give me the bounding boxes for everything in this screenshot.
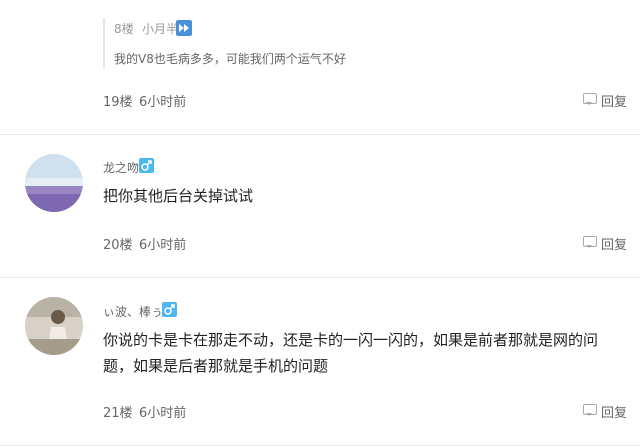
quote-text: 我的V8也毛病多多，可能我们两个运气不好 <box>114 52 346 66</box>
reply-button[interactable]: 回复 <box>601 91 627 110</box>
reply-icon[interactable] <box>583 236 597 248</box>
time-label: 6小时前 <box>139 238 187 253</box>
reply-button[interactable]: 回复 <box>601 402 627 421</box>
time-label: 6小时前 <box>139 95 187 110</box>
floor-label: 21楼 <box>103 406 133 421</box>
reply-icon[interactable] <box>583 404 597 416</box>
divider <box>0 277 640 278</box>
avatar[interactable] <box>25 154 83 212</box>
divider <box>0 445 640 446</box>
fast-forward-icon <box>176 20 192 36</box>
male-icon <box>162 302 177 317</box>
time-label: 6小时前 <box>139 406 187 421</box>
avatar[interactable] <box>25 297 83 355</box>
quote-username[interactable]: 小月半 <box>142 20 178 37</box>
male-icon <box>139 158 154 173</box>
reply-icon[interactable] <box>583 93 597 105</box>
comment-content-line-2: 题，如果是后者那就是手机的问题 <box>103 357 329 375</box>
floor-label: 19楼 <box>103 95 133 110</box>
comment-content: 把你其他后台关掉试试 <box>103 187 254 205</box>
reply-button[interactable]: 回复 <box>601 234 627 253</box>
quote-floor: 8楼 <box>114 22 134 36</box>
comment-content-line-1: 你说的卡是卡在那走不动，还是卡的一闪一闪的，如果是前者那就是网的问 <box>103 331 599 349</box>
username[interactable]: 龙之吻 <box>103 159 139 176</box>
quote-bar <box>103 18 105 68</box>
username[interactable]: ぃ波、棒ぅ <box>103 303 163 320</box>
divider <box>0 134 640 135</box>
floor-label: 20楼 <box>103 238 133 253</box>
